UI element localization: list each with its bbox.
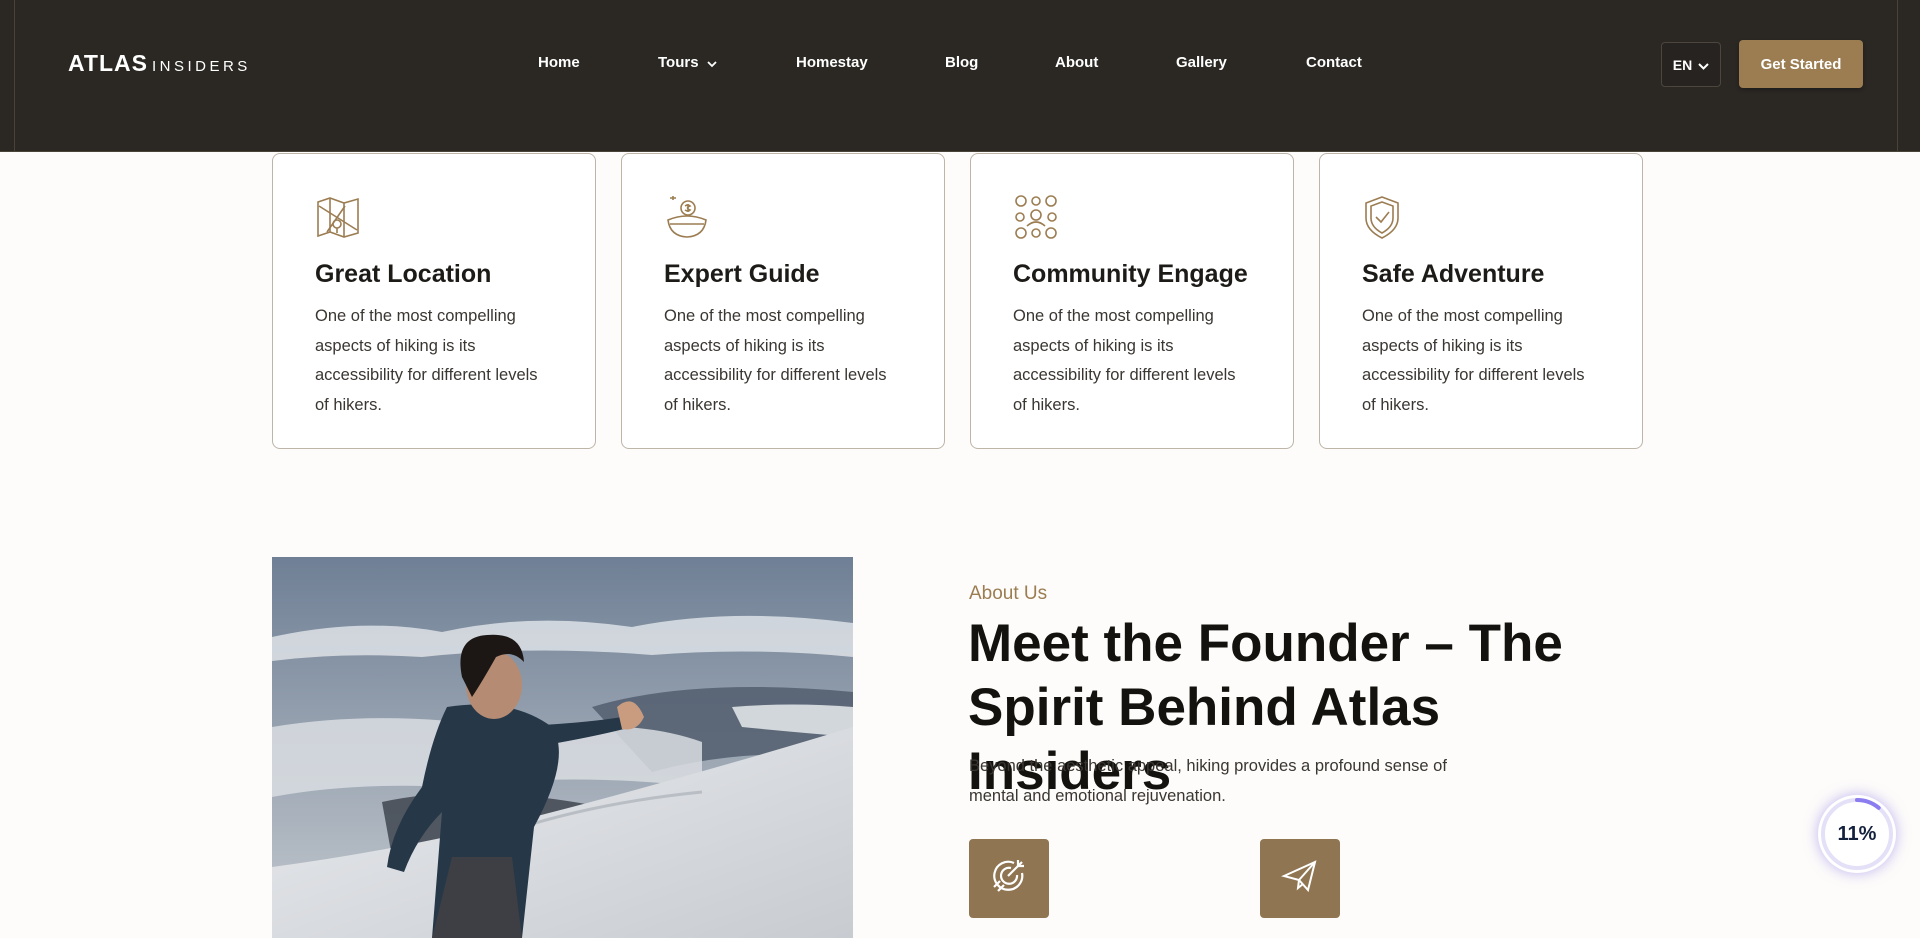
feature-card: Community Engage One of the most compell… [970, 153, 1294, 449]
community-icon [1013, 194, 1059, 240]
chevron-down-icon [706, 55, 717, 72]
guide-icon [664, 194, 710, 240]
get-started-button[interactable]: Get Started [1739, 40, 1863, 88]
feature-title: Expert Guide [664, 260, 820, 288]
founder-photo [272, 557, 853, 938]
logo-sub-text: INSIDERS [151, 58, 251, 75]
feature-text: One of the most compelling aspects of hi… [1362, 307, 1585, 414]
scroll-progress-button[interactable]: 11% [1818, 795, 1896, 873]
logo-main-text: ATLAS [68, 50, 148, 76]
paper-plane-icon-box [1260, 839, 1340, 918]
language-label: EN [1672, 56, 1693, 73]
scroll-progress-label: 11% [1837, 822, 1877, 845]
feature-title: Community Engage [1013, 260, 1248, 288]
nav-home[interactable]: Home [538, 54, 580, 71]
nav-contact[interactable]: Contact [1306, 54, 1362, 71]
language-selector[interactable]: EN [1661, 42, 1721, 87]
site-header: ATLAS INSIDERS Home Tours Homestay Blog … [0, 0, 1920, 152]
paper-plane-icon [1280, 856, 1320, 901]
nav-tours[interactable]: Tours [658, 54, 717, 72]
map-icon [315, 194, 361, 240]
feature-text: One of the most compelling aspects of hi… [315, 307, 538, 414]
feature-text: One of the most compelling aspects of hi… [664, 307, 887, 414]
shield-icon [1362, 194, 1408, 240]
about-eyebrow: About Us [969, 583, 1048, 604]
chevron-down-icon [1698, 57, 1709, 73]
feature-text: One of the most compelling aspects of hi… [1013, 307, 1236, 414]
feature-card: Expert Guide One of the most compelling … [621, 153, 945, 449]
nav-tours-label: Tours [658, 54, 699, 71]
nav-homestay[interactable]: Homestay [796, 54, 868, 71]
nav-blog[interactable]: Blog [945, 54, 978, 71]
target-icon-box [969, 839, 1049, 918]
about-description: Beyond the aesthetic appeal, hiking prov… [969, 757, 1447, 805]
feature-title: Great Location [315, 260, 492, 288]
feature-card: Great Location One of the most compellin… [272, 153, 596, 449]
feature-title: Safe Adventure [1362, 260, 1545, 288]
target-icon [988, 855, 1030, 902]
feature-card: Safe Adventure One of the most compellin… [1319, 153, 1643, 449]
nav-about[interactable]: About [1055, 54, 1098, 71]
nav-gallery[interactable]: Gallery [1176, 54, 1227, 71]
site-logo[interactable]: ATLAS INSIDERS [68, 50, 251, 77]
